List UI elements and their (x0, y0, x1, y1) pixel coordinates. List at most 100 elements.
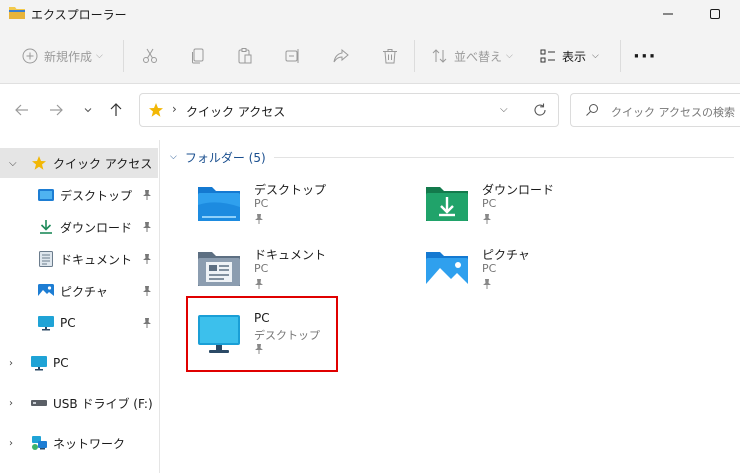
chevron-down-icon: ⌵ (506, 51, 513, 61)
tile-name: ドキュメント (254, 248, 327, 262)
trash-icon (383, 49, 397, 64)
view-button-label: 表示 (562, 49, 587, 64)
refresh-icon[interactable] (532, 102, 548, 118)
copy-button[interactable] (190, 28, 206, 84)
copy-icon (192, 48, 204, 64)
tile-location: PC (254, 262, 269, 275)
chevron-down-icon: ⌵ (592, 51, 599, 61)
folder-tile-downloads[interactable]: ダウンロード PC (424, 181, 624, 239)
pin-icon (255, 214, 263, 224)
share-button[interactable] (333, 28, 349, 84)
sidebar-item-label: ドキュメント (60, 252, 133, 267)
back-button[interactable] (12, 100, 32, 120)
pin-icon (143, 318, 151, 328)
cut-button[interactable] (142, 28, 158, 84)
usb-drive-icon (31, 400, 47, 406)
recent-locations-button[interactable] (78, 100, 98, 120)
picture-folder-icon (426, 252, 468, 286)
minimize-icon (663, 13, 673, 15)
arrow-right-icon (50, 104, 63, 116)
search-icon (586, 104, 598, 116)
folder-tile-pictures[interactable]: ピクチャ PC (424, 246, 624, 304)
address-bar[interactable]: › クイック アクセス ⌵ (139, 93, 559, 127)
sidebar-item-desktop[interactable]: デスクトップ (0, 180, 158, 210)
forward-button[interactable] (46, 100, 66, 120)
paste-button[interactable] (237, 28, 253, 84)
delete-button[interactable] (382, 28, 398, 84)
sidebar-item-label: デスクトップ (60, 188, 133, 203)
sidebar-item-label: ピクチャ (60, 284, 108, 299)
sidebar-item-documents[interactable]: ドキュメント (0, 244, 158, 274)
tile-name: ピクチャ (482, 248, 530, 262)
search-placeholder: クイック アクセスの検索 (611, 106, 735, 119)
document-folder-icon (198, 252, 240, 286)
maximize-icon (710, 9, 720, 19)
up-button[interactable] (106, 100, 126, 120)
view-button[interactable]: 表示 ⌵ (540, 28, 599, 84)
expand-chevron-icon[interactable]: › (9, 398, 13, 409)
explorer-window: エクスプローラー 新規作成 ⌵ 並べ替え ⌵ 表示 ⌵ ··· › クイック ア… (0, 0, 740, 473)
group-header[interactable]: ⌵ フォルダー (5) (170, 148, 266, 166)
sidebar-item-label: PC (53, 356, 69, 370)
chevron-down-icon: ⌵ (96, 51, 103, 61)
monitor-icon (38, 315, 54, 330)
breadcrumb-location[interactable]: クイック アクセス (186, 103, 285, 120)
tile-name: ダウンロード (482, 183, 555, 197)
title-bar: エクスプローラー (0, 0, 740, 28)
star-icon (32, 156, 46, 170)
pin-icon (483, 214, 491, 224)
sidebar-item-usb-drive[interactable]: › USB ドライブ (F:) (0, 388, 158, 418)
sidebar-item-quick-access[interactable]: ⌵ クイック アクセス (0, 148, 158, 178)
rename-button[interactable] (285, 28, 301, 84)
maximize-button[interactable] (692, 0, 738, 28)
arrow-left-icon (15, 104, 28, 116)
navigation-pane: ⌵ クイック アクセス デスクトップ ダウンロード ドキュメント ピクチャ PC… (0, 140, 160, 473)
sidebar-item-downloads[interactable]: ダウンロード (0, 212, 158, 242)
expand-chevron-icon[interactable]: ⌵ (9, 158, 17, 169)
picture-icon (38, 284, 54, 298)
pin-icon (143, 190, 151, 200)
sort-arrows-icon (432, 49, 447, 63)
folder-tile-desktop[interactable]: デスクトップ PC (196, 181, 396, 239)
expand-chevron-icon[interactable]: › (9, 438, 13, 449)
pin-icon (255, 279, 263, 289)
expand-chevron-icon[interactable]: › (9, 358, 13, 369)
address-history-chevron-icon[interactable]: ⌵ (500, 104, 508, 115)
sidebar-item-label: ネットワーク (53, 436, 126, 451)
search-box[interactable]: クイック アクセスの検索 (570, 93, 740, 127)
toolbar-divider (123, 40, 124, 72)
desktop-folder-icon (198, 187, 240, 221)
view-list-icon (540, 49, 555, 63)
sidebar-item-pc[interactable]: › PC (0, 348, 158, 378)
share-icon (333, 48, 349, 63)
pin-icon (483, 279, 491, 289)
tile-name: デスクトップ (254, 183, 327, 197)
chevron-down-icon (84, 108, 92, 113)
scissors-icon (143, 48, 157, 63)
pin-icon (143, 222, 151, 232)
command-bar: 新規作成 ⌵ 並べ替え ⌵ 表示 ⌵ ··· (0, 28, 740, 84)
group-divider (274, 157, 734, 158)
minimize-button[interactable] (645, 0, 691, 28)
arrow-up-icon (110, 103, 122, 116)
sort-button-label: 並べ替え (454, 49, 503, 64)
group-title: フォルダー (5) (184, 150, 266, 165)
star-icon (149, 103, 163, 117)
sidebar-item-pc-pinned[interactable]: PC (0, 308, 158, 338)
breadcrumb-separator-icon: › (172, 102, 177, 116)
window-title: エクスプローラー (31, 8, 127, 22)
tile-location: PC (482, 197, 497, 210)
download-icon (40, 220, 52, 234)
collapse-chevron-icon[interactable]: ⌵ (170, 152, 177, 162)
tile-location: PC (482, 262, 497, 275)
new-button[interactable]: 新規作成 ⌵ (22, 28, 103, 84)
toolbar-divider (414, 40, 415, 72)
network-icon (32, 436, 47, 450)
more-options-button[interactable]: ··· (633, 28, 657, 84)
rename-icon (285, 49, 299, 63)
document-icon (39, 251, 53, 267)
toolbar-divider (620, 40, 621, 72)
sidebar-item-network[interactable]: › ネットワーク (0, 428, 158, 458)
sidebar-item-pictures[interactable]: ピクチャ (0, 276, 158, 306)
sort-button[interactable]: 並べ替え ⌵ (432, 28, 513, 84)
